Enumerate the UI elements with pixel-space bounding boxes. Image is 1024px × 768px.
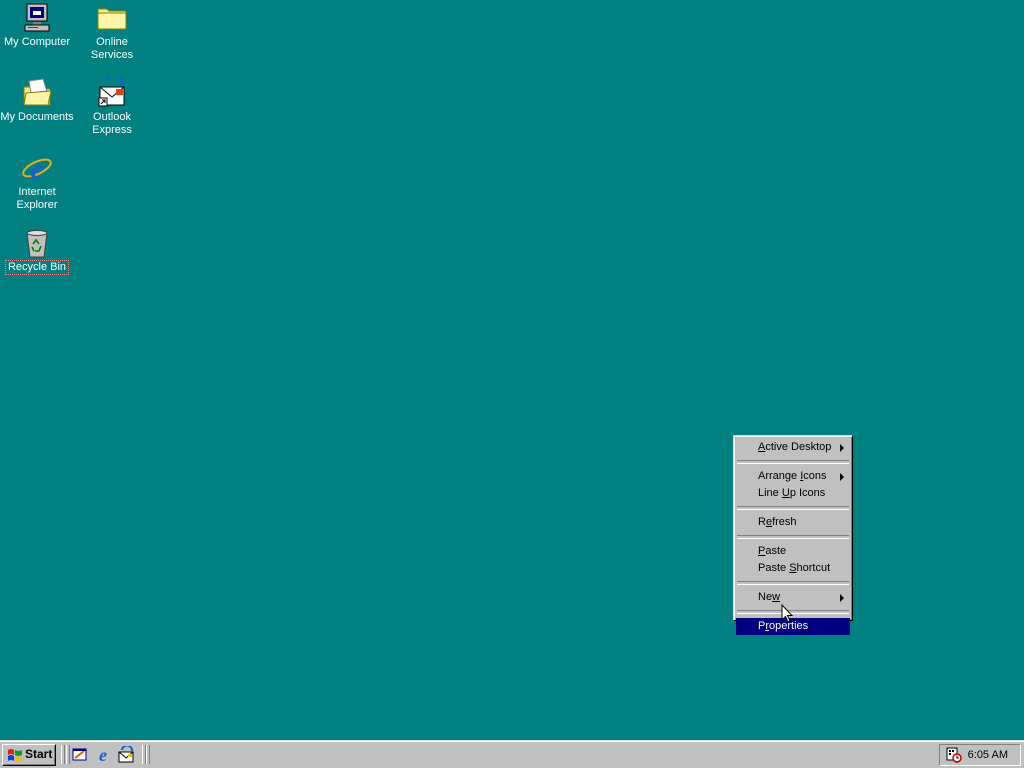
menu-item-label: Arrange xyxy=(758,470,801,482)
taskbar: Start e 6:05 AM xyxy=(0,740,1024,768)
menu-item-label: fresh xyxy=(772,516,797,528)
desktop-context-menu: Active Desktop Arrange Icons Line Up Ico… xyxy=(733,435,853,635)
desktop-icon-my-documents[interactable]: My Documents xyxy=(0,77,76,124)
menu-item-properties[interactable]: Properties xyxy=(736,618,850,635)
svg-text:e: e xyxy=(30,153,43,184)
icon-label: Internet Explorer xyxy=(16,186,58,211)
desktop-icon-internet-explorer[interactable]: e Internet Explorer xyxy=(0,152,76,212)
menu-item-label: aste xyxy=(765,545,787,557)
menu-item-label: Paste xyxy=(758,562,790,574)
icon-label: Outlook Express xyxy=(92,111,132,136)
my-computer-icon xyxy=(21,2,53,34)
menu-item-mnemonic: S xyxy=(789,562,797,574)
submenu-arrow-icon xyxy=(840,444,844,452)
icon-label: My Documents xyxy=(0,111,74,123)
menu-item-label: operties xyxy=(769,620,809,632)
menu-item-label: hortcut xyxy=(796,562,831,574)
menu-item-arrange-icons[interactable]: Arrange Icons xyxy=(736,468,850,485)
menu-item-new[interactable]: New xyxy=(736,589,850,606)
documents-folder-icon xyxy=(21,77,53,109)
menu-item-label: Ne xyxy=(758,591,773,603)
menu-item-line-up-icons[interactable]: Line Up Icons xyxy=(736,485,850,502)
menu-separator xyxy=(737,610,849,614)
start-label: Start xyxy=(25,747,53,761)
menu-item-paste-shortcut[interactable]: Paste Shortcut xyxy=(736,560,850,577)
menu-item-label: p Icons xyxy=(789,487,826,499)
menu-item-paste[interactable]: Paste xyxy=(736,543,850,560)
desktop-icon-outlook-express[interactable]: Outlook Express xyxy=(73,77,151,137)
show-desktop-icon[interactable] xyxy=(71,746,89,764)
menu-item-label: R xyxy=(758,516,766,528)
toolbar-grip[interactable] xyxy=(66,745,70,764)
menu-separator xyxy=(737,506,849,510)
submenu-arrow-icon xyxy=(840,473,844,481)
folder-icon xyxy=(96,2,128,34)
clock[interactable]: 6:05 AM xyxy=(968,749,1008,761)
recycle-bin-icon xyxy=(21,227,53,259)
desktop-icon-recycle-bin[interactable]: Recycle Bin xyxy=(0,227,76,275)
toolbar-grip[interactable] xyxy=(146,745,150,764)
submenu-arrow-icon xyxy=(840,594,844,602)
menu-separator xyxy=(737,581,849,585)
windows-logo-icon xyxy=(8,749,22,762)
menu-item-refresh[interactable]: Refresh xyxy=(736,514,850,531)
menu-item-mnemonic: w xyxy=(772,591,781,603)
icon-label: Online Services xyxy=(90,36,134,61)
system-tray: 6:05 AM xyxy=(939,744,1021,766)
outlook-express-icon xyxy=(96,77,128,109)
menu-separator xyxy=(737,535,849,539)
icon-label: Recycle Bin xyxy=(4,260,70,275)
desktop-icon-online-services[interactable]: Online Services xyxy=(73,2,151,62)
quick-launch-divider xyxy=(61,745,65,764)
menu-item-active-desktop[interactable]: Active Desktop xyxy=(736,439,850,456)
internet-explorer-icon[interactable]: e xyxy=(94,745,112,765)
task-scheduler-icon[interactable] xyxy=(946,747,962,763)
icon-label: My Computer xyxy=(3,36,71,48)
desktop-icon-my-computer[interactable]: My Computer xyxy=(0,2,76,49)
menu-item-label: ctive Desktop xyxy=(765,441,832,453)
internet-explorer-icon: e xyxy=(21,152,53,184)
menu-item-label: cons xyxy=(803,470,827,482)
menu-item-mnemonic: U xyxy=(781,487,790,499)
svg-text:e: e xyxy=(99,746,107,764)
menu-item-label: Line xyxy=(758,487,782,499)
menu-separator xyxy=(737,460,849,464)
start-button[interactable]: Start xyxy=(2,744,56,766)
outlook-express-icon[interactable] xyxy=(117,744,135,764)
